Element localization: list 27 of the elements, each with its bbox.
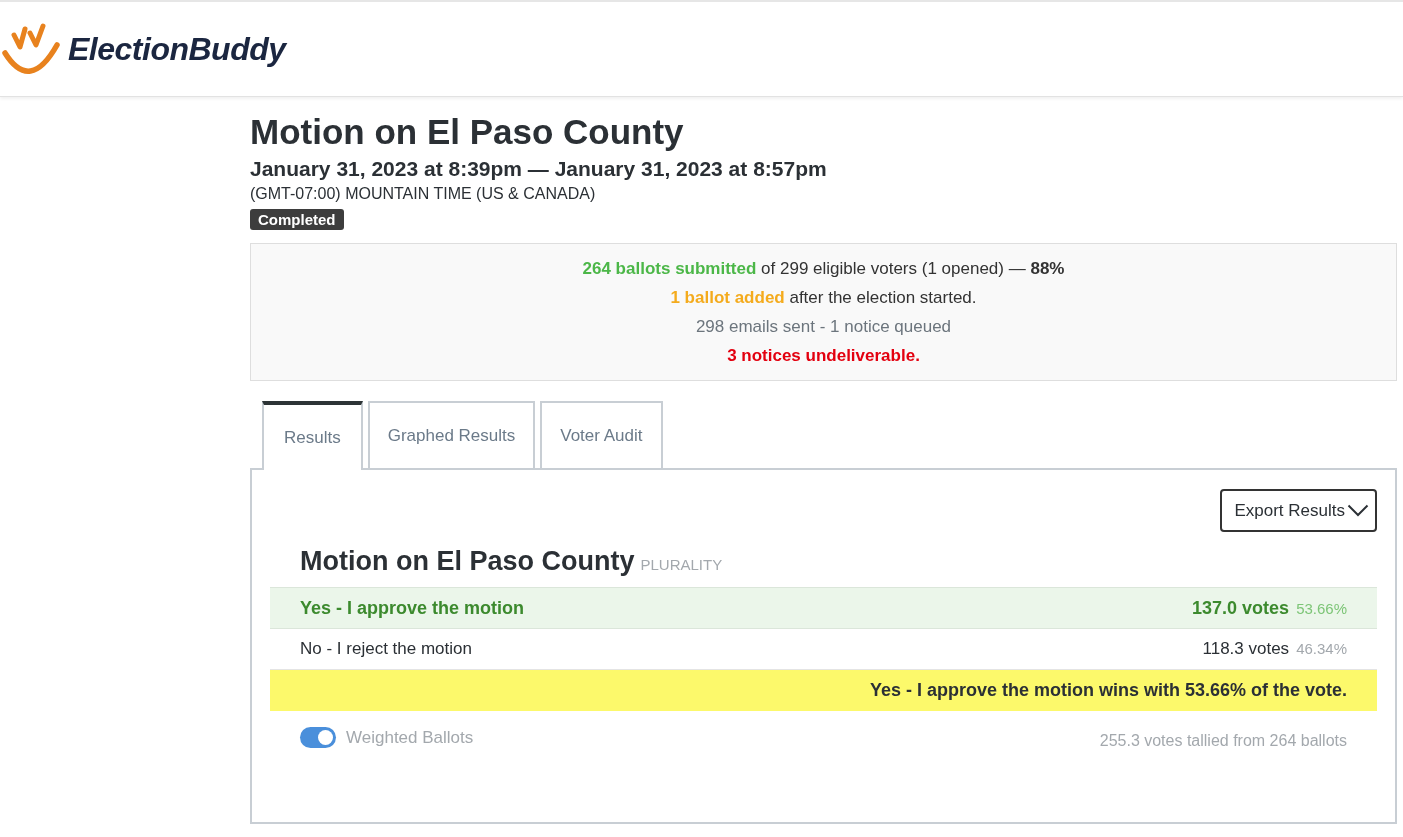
vote-percent: 46.34% bbox=[1296, 639, 1347, 660]
chevron-down-icon bbox=[1347, 504, 1369, 517]
tally-text: 255.3 votes tallied from 264 ballots bbox=[1099, 731, 1347, 751]
option-label: Yes - I approve the motion bbox=[300, 596, 525, 620]
smile-checks-logo-icon bbox=[2, 23, 60, 77]
vote-count: 118.3 votes bbox=[1202, 638, 1290, 661]
summary-text: 298 emails sent - 1 notice queued bbox=[695, 315, 952, 338]
export-results-button[interactable]: Export Results bbox=[1220, 489, 1377, 532]
vote-percent: 53.66% bbox=[1296, 598, 1347, 619]
summary-text: 3 notices undeliverable. bbox=[727, 344, 920, 367]
election-period: January 31, 2023 at 8:39pm — January 31, 2023 at 8:57pm bbox=[250, 156, 828, 182]
tab[interactable]: Voter Audit bbox=[540, 401, 663, 468]
election-title: Motion on El Paso County bbox=[250, 111, 685, 153]
weighted-ballots-toggle[interactable] bbox=[300, 727, 336, 748]
option-label: No - I reject the motion bbox=[300, 638, 472, 661]
tab[interactable]: Graphed Results bbox=[367, 401, 536, 468]
question-title: Motion on El Paso County bbox=[300, 545, 635, 578]
summary-text: 1 ballot added after the election started. bbox=[670, 286, 977, 309]
weighted-ballots-label: Weighted Ballots bbox=[346, 726, 474, 749]
timezone-text: (GMT-07:00) MOUNTAIN TIME (US & CANADA) bbox=[250, 184, 597, 204]
summary-text: 264 ballots submitted of 299 eligible voters (1 opened) — 88% bbox=[582, 257, 1065, 280]
status-badge: Completed bbox=[250, 209, 344, 230]
logo-text: ElectionBuddy bbox=[68, 30, 286, 69]
vote-count: 137.0 votes bbox=[1192, 596, 1290, 620]
tab[interactable]: Results bbox=[262, 401, 363, 470]
winner-banner: Yes - I approve the motion wins with 53.66% of the vote. bbox=[270, 670, 1377, 711]
method-label: PLURALITY bbox=[640, 555, 723, 575]
